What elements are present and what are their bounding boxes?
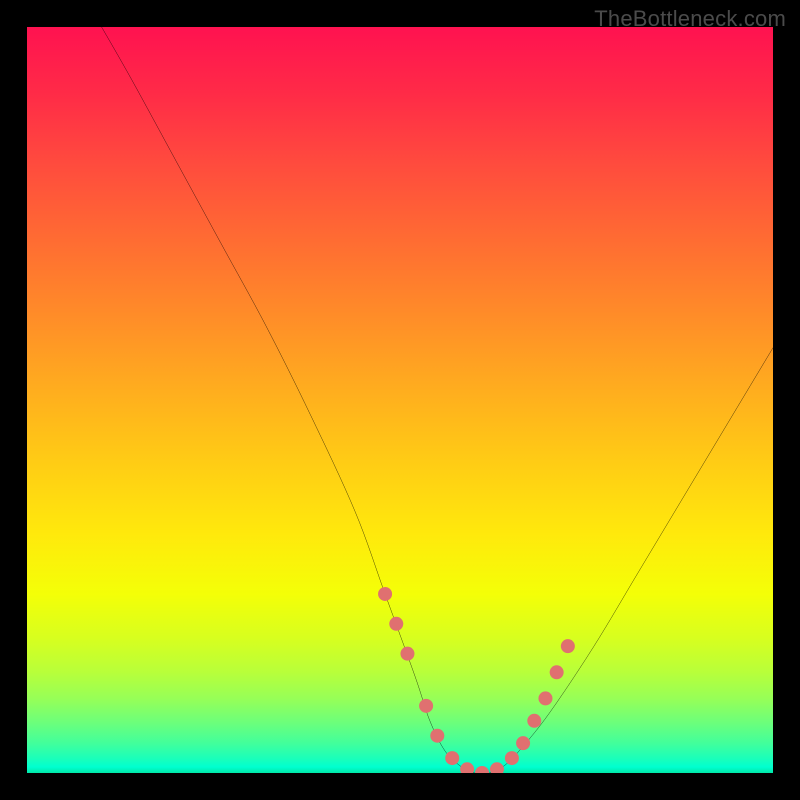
highlight-dot bbox=[475, 766, 489, 773]
highlight-dot bbox=[550, 665, 564, 679]
highlight-dot bbox=[460, 762, 474, 773]
highlight-dot bbox=[419, 699, 433, 713]
highlight-dot bbox=[430, 729, 444, 743]
bottleneck-curve bbox=[102, 27, 773, 773]
highlight-dot bbox=[378, 587, 392, 601]
highlight-dot bbox=[490, 762, 504, 773]
highlight-dot bbox=[505, 751, 519, 765]
highlight-dot bbox=[516, 736, 530, 750]
highlight-dot bbox=[445, 751, 459, 765]
curve-layer bbox=[27, 27, 773, 773]
highlight-dot bbox=[538, 691, 552, 705]
highlight-dot bbox=[527, 714, 541, 728]
highlight-dot bbox=[561, 639, 575, 653]
chart-frame: TheBottleneck.com bbox=[0, 0, 800, 800]
plot-area bbox=[27, 27, 773, 773]
highlight-dot bbox=[400, 647, 414, 661]
watermark-text: TheBottleneck.com bbox=[594, 6, 786, 32]
highlight-dots bbox=[378, 587, 575, 773]
highlight-dot bbox=[389, 617, 403, 631]
